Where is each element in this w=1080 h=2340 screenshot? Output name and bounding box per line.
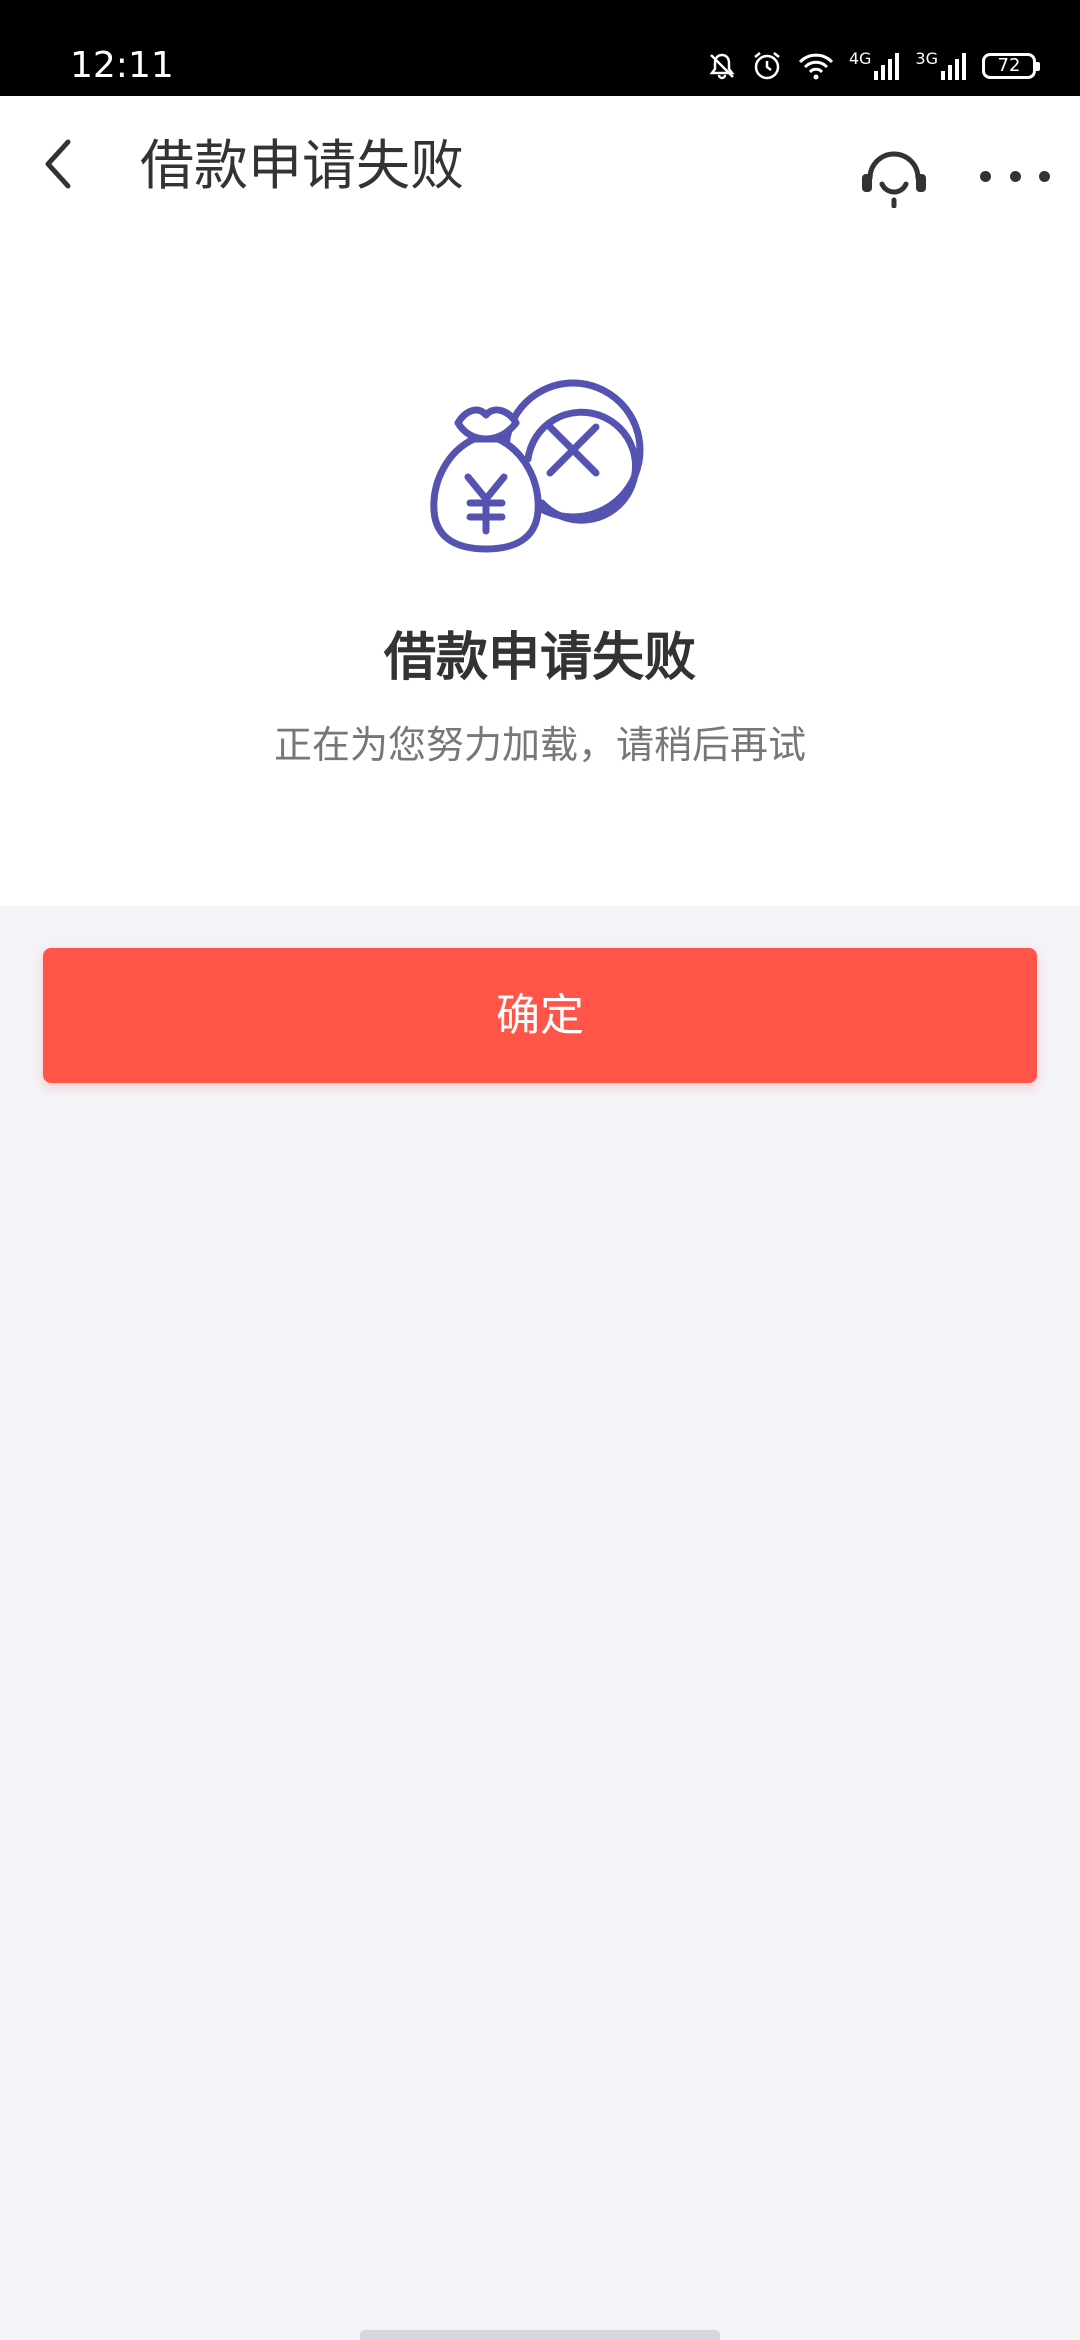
status-time: 12:11	[70, 45, 174, 86]
back-button[interactable]	[26, 132, 90, 196]
bell-off-icon	[707, 51, 737, 81]
confirm-button[interactable]: 确定	[43, 948, 1037, 1083]
more-dots-icon	[1009, 170, 1021, 182]
signal-3g-icon: 3G	[915, 51, 968, 81]
more-dots-icon	[980, 170, 991, 182]
result-card: 借款申请失败 正在为您努力加载，请稍后再试	[0, 256, 1080, 906]
more-dots-icon	[1039, 170, 1050, 182]
network-type-4g: 4G	[848, 49, 872, 68]
network-type-3g: 3G	[915, 49, 938, 68]
more-button[interactable]	[980, 162, 1050, 190]
headset-service-icon	[862, 151, 926, 209]
home-indicator[interactable]	[360, 2330, 720, 2340]
page-title: 借款申请失败	[140, 134, 464, 197]
battery-level: 72	[997, 55, 1021, 76]
status-icons: 4G 3G 72	[707, 44, 1040, 88]
wifi-icon	[797, 51, 835, 81]
status-bar: 12:11 4G 3G 72	[0, 0, 1080, 96]
battery-icon: 72	[982, 53, 1040, 79]
signal-4g-icon: 4G	[849, 51, 902, 81]
money-bag-fail-icon	[420, 371, 660, 571]
alarm-icon	[751, 50, 783, 82]
chevron-left-icon	[45, 139, 71, 189]
app-bar: 借款申请失败	[0, 96, 1080, 256]
result-description: 正在为您努力加载，请稍后再试	[273, 723, 806, 767]
customer-service-button[interactable]	[858, 144, 930, 209]
result-title: 借款申请失败	[383, 628, 696, 688]
